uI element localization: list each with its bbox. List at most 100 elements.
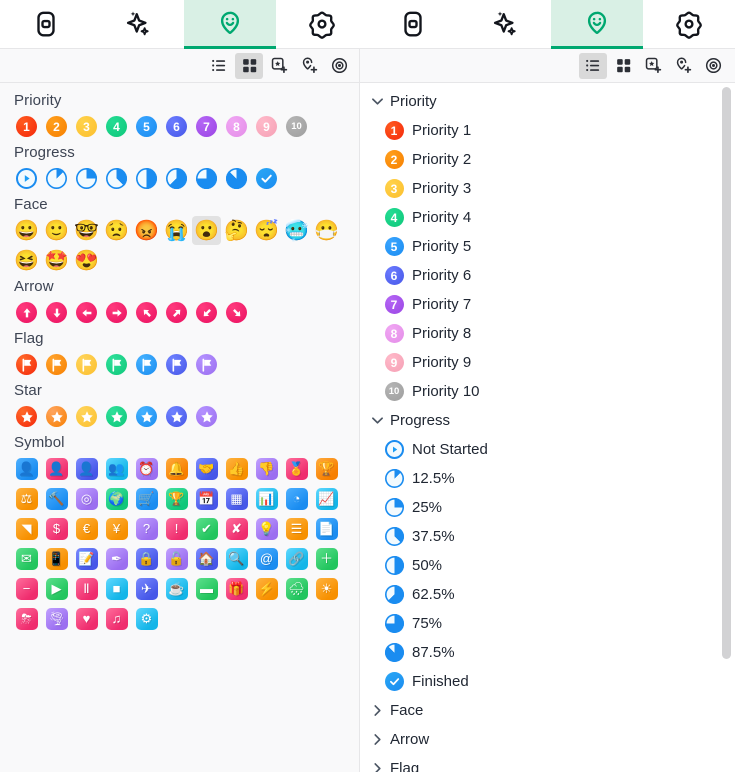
palette-item-priority-5[interactable]: 6 [162,112,191,141]
palette-item-progress-3[interactable] [102,164,131,193]
palette-item-symbol-1[interactable]: 👤 [42,454,71,483]
palette-item-symbol-6[interactable]: 🤝 [192,454,221,483]
palette-item-symbol-34[interactable]: 📱 [42,544,71,573]
palette-item-flag-5[interactable] [162,350,191,379]
palette-item-face-11[interactable]: 😆 [12,246,41,275]
palette-item-face-8[interactable]: 😴 [252,216,281,245]
tree-item-priority-8[interactable]: 9 Priority 9 [360,348,735,377]
palette-item-symbol-22[interactable]: ◥ [12,514,41,543]
tree-item-priority-0[interactable]: 1 Priority 1 [360,116,735,145]
tree-item-progress-4[interactable]: 50% [360,551,735,580]
palette-item-priority-3[interactable]: 4 [102,112,131,141]
palette-item-arrow-3[interactable] [102,298,131,327]
palette-item-symbol-3[interactable]: 👥 [102,454,131,483]
palette-item-progress-6[interactable] [192,164,221,193]
palette-item-symbol-27[interactable]: ! [162,514,191,543]
palette-item-symbol-9[interactable]: 🏅 [282,454,311,483]
left-add-pin-button[interactable] [295,53,323,79]
tree-item-progress-6[interactable]: 75% [360,609,735,638]
palette-item-symbol-30[interactable]: 💡 [252,514,281,543]
palette-item-symbol-55[interactable]: ⛈ [12,604,41,633]
palette-item-symbol-26[interactable]: ? [132,514,161,543]
left-list-view-button[interactable] [205,53,233,79]
palette-item-arrow-5[interactable] [162,298,191,327]
palette-item-priority-1[interactable]: 2 [42,112,71,141]
palette-item-progress-8[interactable] [252,164,281,193]
tree-item-priority-1[interactable]: 2 Priority 2 [360,145,735,174]
palette-item-progress-0[interactable] [12,164,41,193]
chevron-right-icon[interactable] [366,729,388,751]
tab-sparkle-1[interactable] [91,0,184,48]
tab-rounded-square-0[interactable] [0,0,92,48]
palette-item-arrow-6[interactable] [192,298,221,327]
palette-item-face-2[interactable]: 🤓 [72,216,101,245]
palette-item-symbol-4[interactable]: ⏰ [132,454,161,483]
tab-star-blob-7[interactable] [643,0,735,48]
palette-item-arrow-1[interactable] [42,298,71,327]
palette-item-symbol-50[interactable]: ▬ [192,574,221,603]
palette-item-symbol-11[interactable]: ⚖ [12,484,41,513]
palette-item-face-1[interactable]: 🙂 [42,216,71,245]
palette-item-symbol-14[interactable]: 🌍 [102,484,131,513]
left-preview-button[interactable] [325,53,353,79]
palette-item-face-5[interactable]: 😭 [162,216,191,245]
palette-item-flag-1[interactable] [42,350,71,379]
tree-group-arrow[interactable]: Arrow [360,725,735,754]
tree-item-priority-5[interactable]: 6 Priority 6 [360,261,735,290]
palette-item-priority-4[interactable]: 5 [132,112,161,141]
palette-item-star-2[interactable] [72,402,101,431]
tree-item-progress-3[interactable]: 37.5% [360,522,735,551]
palette-item-priority-7[interactable]: 8 [222,112,251,141]
palette-item-symbol-47[interactable]: ■ [102,574,131,603]
palette-item-flag-6[interactable] [192,350,221,379]
palette-item-star-1[interactable] [42,402,71,431]
palette-item-symbol-0[interactable]: 👤 [12,454,41,483]
palette-item-symbol-36[interactable]: ✒ [102,544,131,573]
palette-item-symbol-58[interactable]: ♫ [102,604,131,633]
palette-item-symbol-48[interactable]: ✈ [132,574,161,603]
palette-item-symbol-20[interactable]: ◔ [282,484,311,513]
palette-item-symbol-35[interactable]: 📝 [72,544,101,573]
palette-item-flag-3[interactable] [102,350,131,379]
palette-item-symbol-59[interactable]: ⚙ [132,604,161,633]
tree-item-priority-3[interactable]: 4 Priority 4 [360,203,735,232]
palette-item-symbol-39[interactable]: 🏠 [192,544,221,573]
palette-item-priority-6[interactable]: 7 [192,112,221,141]
palette-item-symbol-19[interactable]: 📊 [252,484,281,513]
tree-group-flag[interactable]: Flag [360,754,735,772]
tree-item-priority-6[interactable]: 7 Priority 7 [360,290,735,319]
palette-item-face-9[interactable]: 🥶 [282,216,311,245]
right-add-pin-button[interactable] [669,53,697,79]
left-grid-view-button[interactable] [235,52,263,79]
palette-item-symbol-5[interactable]: 🔔 [162,454,191,483]
tree-item-progress-5[interactable]: 62.5% [360,580,735,609]
palette-item-symbol-40[interactable]: 🔍 [222,544,251,573]
chevron-right-icon[interactable] [366,758,388,772]
palette-item-face-10[interactable]: 😷 [312,216,341,245]
palette-item-arrow-7[interactable] [222,298,251,327]
palette-item-priority-0[interactable]: 1 [12,112,41,141]
palette-item-face-4[interactable]: 😡 [132,216,161,245]
palette-item-symbol-44[interactable]: − [12,574,41,603]
scrollbar-thumb[interactable] [722,87,731,659]
palette-item-symbol-12[interactable]: 🔨 [42,484,71,513]
palette-item-symbol-54[interactable]: ☀ [312,574,341,603]
palette-item-symbol-18[interactable]: ▦ [222,484,251,513]
palette-item-progress-4[interactable] [132,164,161,193]
tab-smiley-pin-2[interactable] [183,0,276,49]
tab-sparkle-5[interactable] [459,0,552,48]
palette-item-symbol-17[interactable]: 📅 [192,484,221,513]
tab-star-blob-3[interactable] [275,0,368,48]
palette-item-symbol-8[interactable]: 👎 [252,454,281,483]
tree-item-progress-2[interactable]: 25% [360,493,735,522]
palette-item-arrow-4[interactable] [132,298,161,327]
right-list-view-button[interactable] [579,52,607,79]
palette-item-symbol-33[interactable]: ✉ [12,544,41,573]
palette-item-progress-7[interactable] [222,164,251,193]
tree-item-priority-4[interactable]: 5 Priority 5 [360,232,735,261]
palette-item-symbol-49[interactable]: ☕ [162,574,191,603]
palette-item-symbol-45[interactable]: ▶ [42,574,71,603]
tree-item-progress-1[interactable]: 12.5% [360,464,735,493]
palette-item-progress-2[interactable] [72,164,101,193]
tree-group-face[interactable]: Face [360,696,735,725]
